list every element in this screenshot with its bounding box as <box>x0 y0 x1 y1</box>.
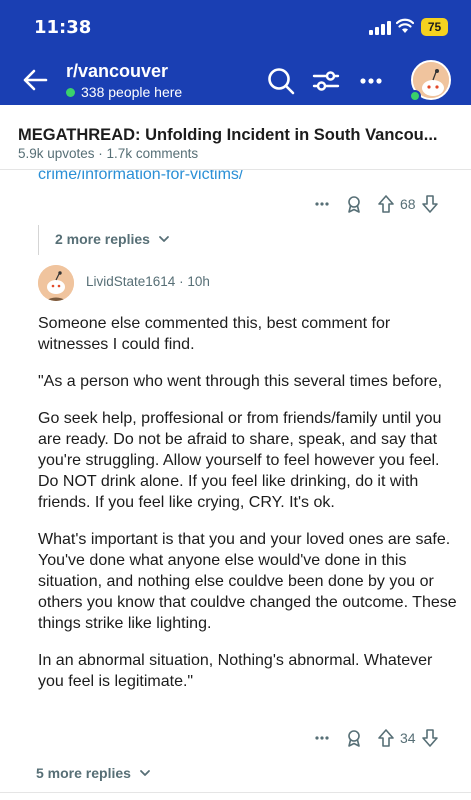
status-bar: 11:38 75 <box>0 16 471 40</box>
signal-icon <box>369 21 391 35</box>
filter-icon[interactable] <box>311 66 341 96</box>
vote-count: 68 <box>400 196 416 212</box>
comment-author-line: LividState1614 · 10h <box>86 274 210 289</box>
more-replies-label: 2 more replies <box>55 231 150 247</box>
more-icon[interactable] <box>356 66 386 96</box>
comment-paragraph: Go seek help, proffesional or from frien… <box>38 410 442 511</box>
downvote-icon[interactable] <box>420 194 440 214</box>
post-meta: 5.9k upvotes · 1.7k comments <box>18 146 199 161</box>
comment-paragraph: "As a person who went through this sever… <box>38 373 443 390</box>
award-icon[interactable] <box>344 728 364 748</box>
comment-paragraph: What's important is that you and your lo… <box>38 531 457 632</box>
divider <box>0 792 471 793</box>
online-dot-icon <box>66 87 75 97</box>
upvote-icon[interactable] <box>376 194 396 214</box>
comment-actions: 34 <box>312 728 440 748</box>
online-status-dot <box>409 90 421 102</box>
upvote-icon[interactable] <box>376 728 396 748</box>
vote-count: 34 <box>400 730 416 746</box>
thread-line <box>38 225 39 255</box>
prev-comment-actions: 68 <box>312 194 440 214</box>
award-icon[interactable] <box>344 194 364 214</box>
comment-paragraph: Someone else commented this, best commen… <box>38 315 391 353</box>
online-count: 338 people here <box>66 84 182 100</box>
snoo-avatar-icon <box>38 265 74 301</box>
prev-comment-link[interactable]: crime/information-for-victims/ <box>38 170 243 182</box>
comment-avatar[interactable] <box>38 265 74 301</box>
subreddit-name[interactable]: r/vancouver <box>66 61 168 82</box>
back-arrow-icon[interactable] <box>21 66 49 94</box>
more-options-icon[interactable] <box>312 194 332 214</box>
chevron-down-icon <box>159 236 169 242</box>
comment-author[interactable]: LividState1614 <box>86 274 175 289</box>
more-options-icon[interactable] <box>312 728 332 748</box>
post-title[interactable]: MEGATHREAD: Unfolding Incident in South … <box>18 126 458 145</box>
more-replies-button[interactable]: 5 more replies <box>36 765 151 781</box>
chevron-down-icon <box>140 770 150 776</box>
status-time: 11:38 <box>34 17 92 38</box>
battery-indicator: 75 <box>421 18 448 36</box>
more-replies-label: 5 more replies <box>36 765 131 781</box>
wifi-icon <box>396 18 414 33</box>
downvote-icon[interactable] <box>420 728 440 748</box>
comment-age: 10h <box>187 274 210 289</box>
more-replies-button[interactable]: 2 more replies <box>55 231 170 247</box>
search-icon[interactable] <box>266 66 296 96</box>
comment-body: Someone else commented this, best commen… <box>38 313 458 708</box>
comment-paragraph: In an abnormal situation, Nothing's abno… <box>38 652 433 690</box>
app-header: 11:38 75 r/vancouver 338 people here <box>0 0 471 105</box>
online-text: 338 people here <box>81 84 183 100</box>
